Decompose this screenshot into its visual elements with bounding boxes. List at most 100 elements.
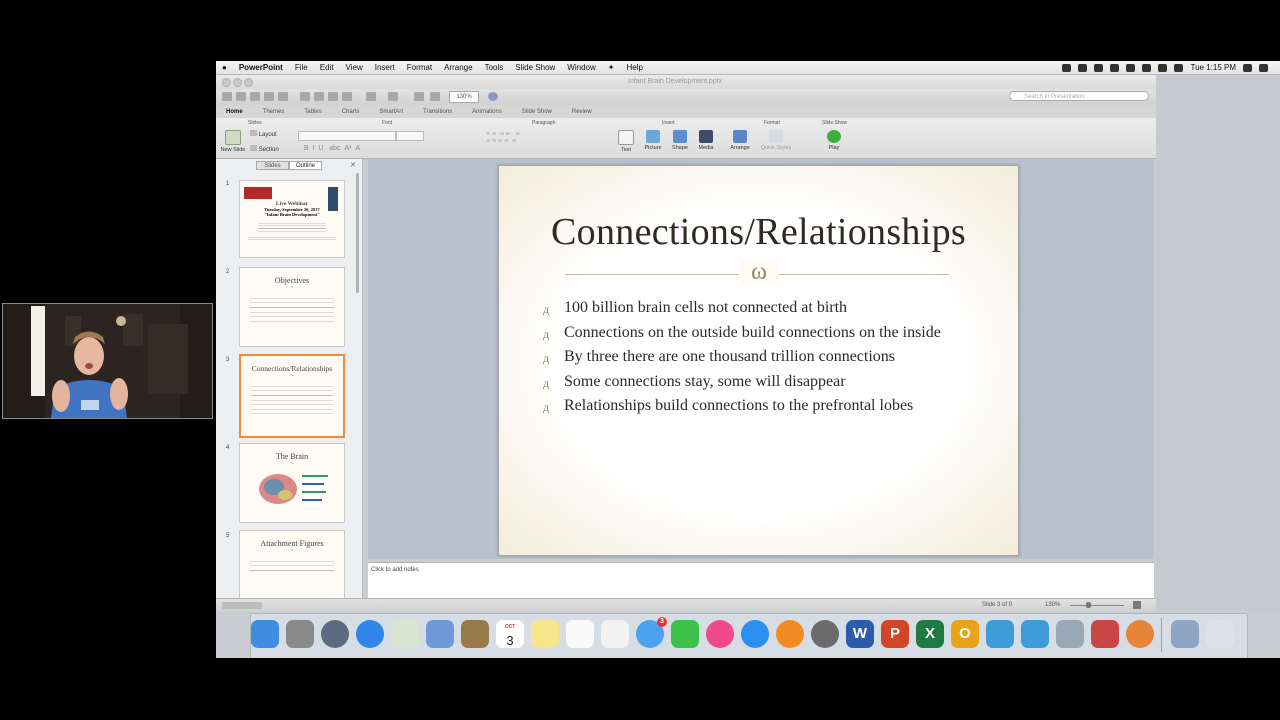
menu-tools[interactable]: Tools <box>479 63 510 72</box>
maps-icon[interactable] <box>391 620 419 648</box>
word-icon[interactable]: W <box>846 620 874 648</box>
notes-app-icon[interactable] <box>531 620 559 648</box>
menu-app-powerpoint[interactable]: PowerPoint <box>233 63 289 72</box>
view-buttons[interactable] <box>222 602 262 609</box>
menu-view[interactable]: View <box>340 63 369 72</box>
sidebar-toggle-icon[interactable] <box>222 92 232 101</box>
ibooks-icon[interactable] <box>776 620 804 648</box>
format-painter-icon[interactable] <box>342 92 352 101</box>
calendar-icon[interactable]: OCT 3 <box>496 620 524 648</box>
tab-smartart[interactable]: SmartArt <box>369 109 413 115</box>
eject-icon[interactable] <box>1110 63 1120 72</box>
fit-to-window-icon[interactable] <box>1133 601 1141 609</box>
facetime-icon[interactable] <box>671 620 699 648</box>
normal-view-icon[interactable] <box>414 92 424 101</box>
close-panel-icon[interactable]: ✕ <box>350 161 356 169</box>
slide-thumbnail-4[interactable]: The Brain ~ <box>239 443 345 523</box>
undo-icon[interactable] <box>366 92 376 101</box>
section-button[interactable]: Section <box>250 145 279 153</box>
wifi-icon[interactable] <box>1142 63 1152 72</box>
current-slide[interactable]: Connections/Relationships ω д 100 billion… <box>498 165 1019 556</box>
zoom-slider-thumb[interactable] <box>1086 602 1091 608</box>
save-icon[interactable] <box>264 92 274 101</box>
lync-icon[interactable] <box>1021 620 1049 648</box>
tab-transitions[interactable]: Transitions <box>413 109 462 115</box>
script-icon[interactable]: ✦ <box>602 63 621 72</box>
new-slide-button[interactable]: New Slide <box>218 130 248 153</box>
tab-home[interactable]: Home <box>216 109 253 115</box>
copy-icon[interactable] <box>314 92 324 101</box>
menu-help[interactable]: Help <box>620 63 648 72</box>
font-style-buttons[interactable]: B I U abc A² A <box>304 145 360 152</box>
itunes-icon[interactable] <box>706 620 734 648</box>
print-icon[interactable] <box>278 92 288 101</box>
photos-icon[interactable] <box>601 620 629 648</box>
tab-slides[interactable]: Slides <box>256 161 289 170</box>
slide-thumbnail-2[interactable]: Objectives ~ <box>239 267 345 347</box>
trash-icon[interactable] <box>1206 620 1234 648</box>
screen-recorder-icon[interactable] <box>1091 620 1119 648</box>
menu-file[interactable]: File <box>289 63 314 72</box>
tab-charts[interactable]: Charts <box>332 109 370 115</box>
zoom-field[interactable]: 130% <box>449 91 479 103</box>
menu-insert[interactable]: Insert <box>369 63 401 72</box>
menu-window[interactable]: Window <box>561 63 601 72</box>
dropbox-icon[interactable] <box>1062 63 1072 72</box>
menu-arrange[interactable]: Arrange <box>438 63 478 72</box>
app-store-icon[interactable] <box>741 620 769 648</box>
slide-thumbnail-1[interactable]: Live Webinar Tuesday, September 26, 2017… <box>239 180 345 258</box>
spotlight-icon[interactable] <box>1243 63 1252 72</box>
screen-capture-icon[interactable] <box>1094 63 1104 72</box>
slide-bullet-list[interactable]: д 100 billion brain cells not connected a… <box>543 298 983 421</box>
airplay-icon[interactable] <box>1126 63 1136 72</box>
tab-animations[interactable]: Animations <box>462 109 512 115</box>
font-name-field[interactable] <box>298 131 396 141</box>
new-file-icon[interactable] <box>236 92 246 101</box>
paragraph-controls[interactable]: ≡ ≡ ⇥ ⇤ ≡ ≡ ≡ ≡ ≡ ≡ <box>486 130 606 152</box>
notes-pane[interactable]: Click to add notes <box>368 562 1154 599</box>
slide-thumbnail-5[interactable]: Attachment Figures ~ <box>239 530 345 600</box>
apple-icon[interactable]: ● <box>216 63 233 72</box>
paste-icon[interactable] <box>328 92 338 101</box>
menu-edit[interactable]: Edit <box>314 63 340 72</box>
creative-cloud-icon[interactable] <box>1078 63 1088 72</box>
layout-button[interactable]: Layout <box>250 130 277 138</box>
volume-icon[interactable] <box>1158 63 1168 72</box>
people-icon[interactable] <box>986 620 1014 648</box>
insert-media-button[interactable]: Media <box>694 130 718 151</box>
menu-format[interactable]: Format <box>401 63 438 72</box>
minimize-window-button[interactable] <box>233 78 242 87</box>
system-preferences-icon[interactable] <box>811 620 839 648</box>
slide-thumbnail-3[interactable]: Connections/Relationships ~ <box>239 354 345 438</box>
zoom-window-button[interactable] <box>244 78 253 87</box>
tab-slide-show[interactable]: Slide Show <box>512 109 562 115</box>
tab-tables[interactable]: Tables <box>294 109 331 115</box>
downloads-folder-icon[interactable] <box>1171 620 1199 648</box>
safari-icon[interactable] <box>356 620 384 648</box>
insert-shape-button[interactable]: Shape <box>668 130 692 151</box>
airmail-icon[interactable] <box>1056 620 1084 648</box>
insert-text-button[interactable]: Text <box>614 130 638 153</box>
help-icon[interactable] <box>488 92 498 101</box>
contacts-icon[interactable] <box>461 620 489 648</box>
search-input[interactable]: Search in Presentation <box>1009 91 1149 101</box>
cut-icon[interactable] <box>300 92 310 101</box>
redo-icon[interactable] <box>388 92 398 101</box>
launchpad-icon[interactable] <box>321 620 349 648</box>
outlook-icon[interactable]: O <box>951 620 979 648</box>
powerpoint-icon[interactable]: P <box>881 620 909 648</box>
quick-styles-button[interactable]: Quick Styles <box>756 130 796 151</box>
menu-slide-show[interactable]: Slide Show <box>509 63 561 72</box>
battery-icon[interactable] <box>1174 63 1184 72</box>
slide-sorter-icon[interactable] <box>430 92 440 101</box>
tab-review[interactable]: Review <box>562 109 602 115</box>
dashboard-icon[interactable] <box>286 620 314 648</box>
templates-icon[interactable] <box>250 92 260 101</box>
tab-outline[interactable]: Outline <box>289 161 322 170</box>
slide-title[interactable]: Connections/Relationships <box>499 210 1018 254</box>
reminders-icon[interactable] <box>566 620 594 648</box>
arrange-button[interactable]: Arrange <box>726 130 754 151</box>
play-button[interactable]: Play <box>822 130 846 151</box>
messages-icon[interactable]: 3 <box>636 617 667 648</box>
tab-themes[interactable]: Themes <box>253 109 295 115</box>
